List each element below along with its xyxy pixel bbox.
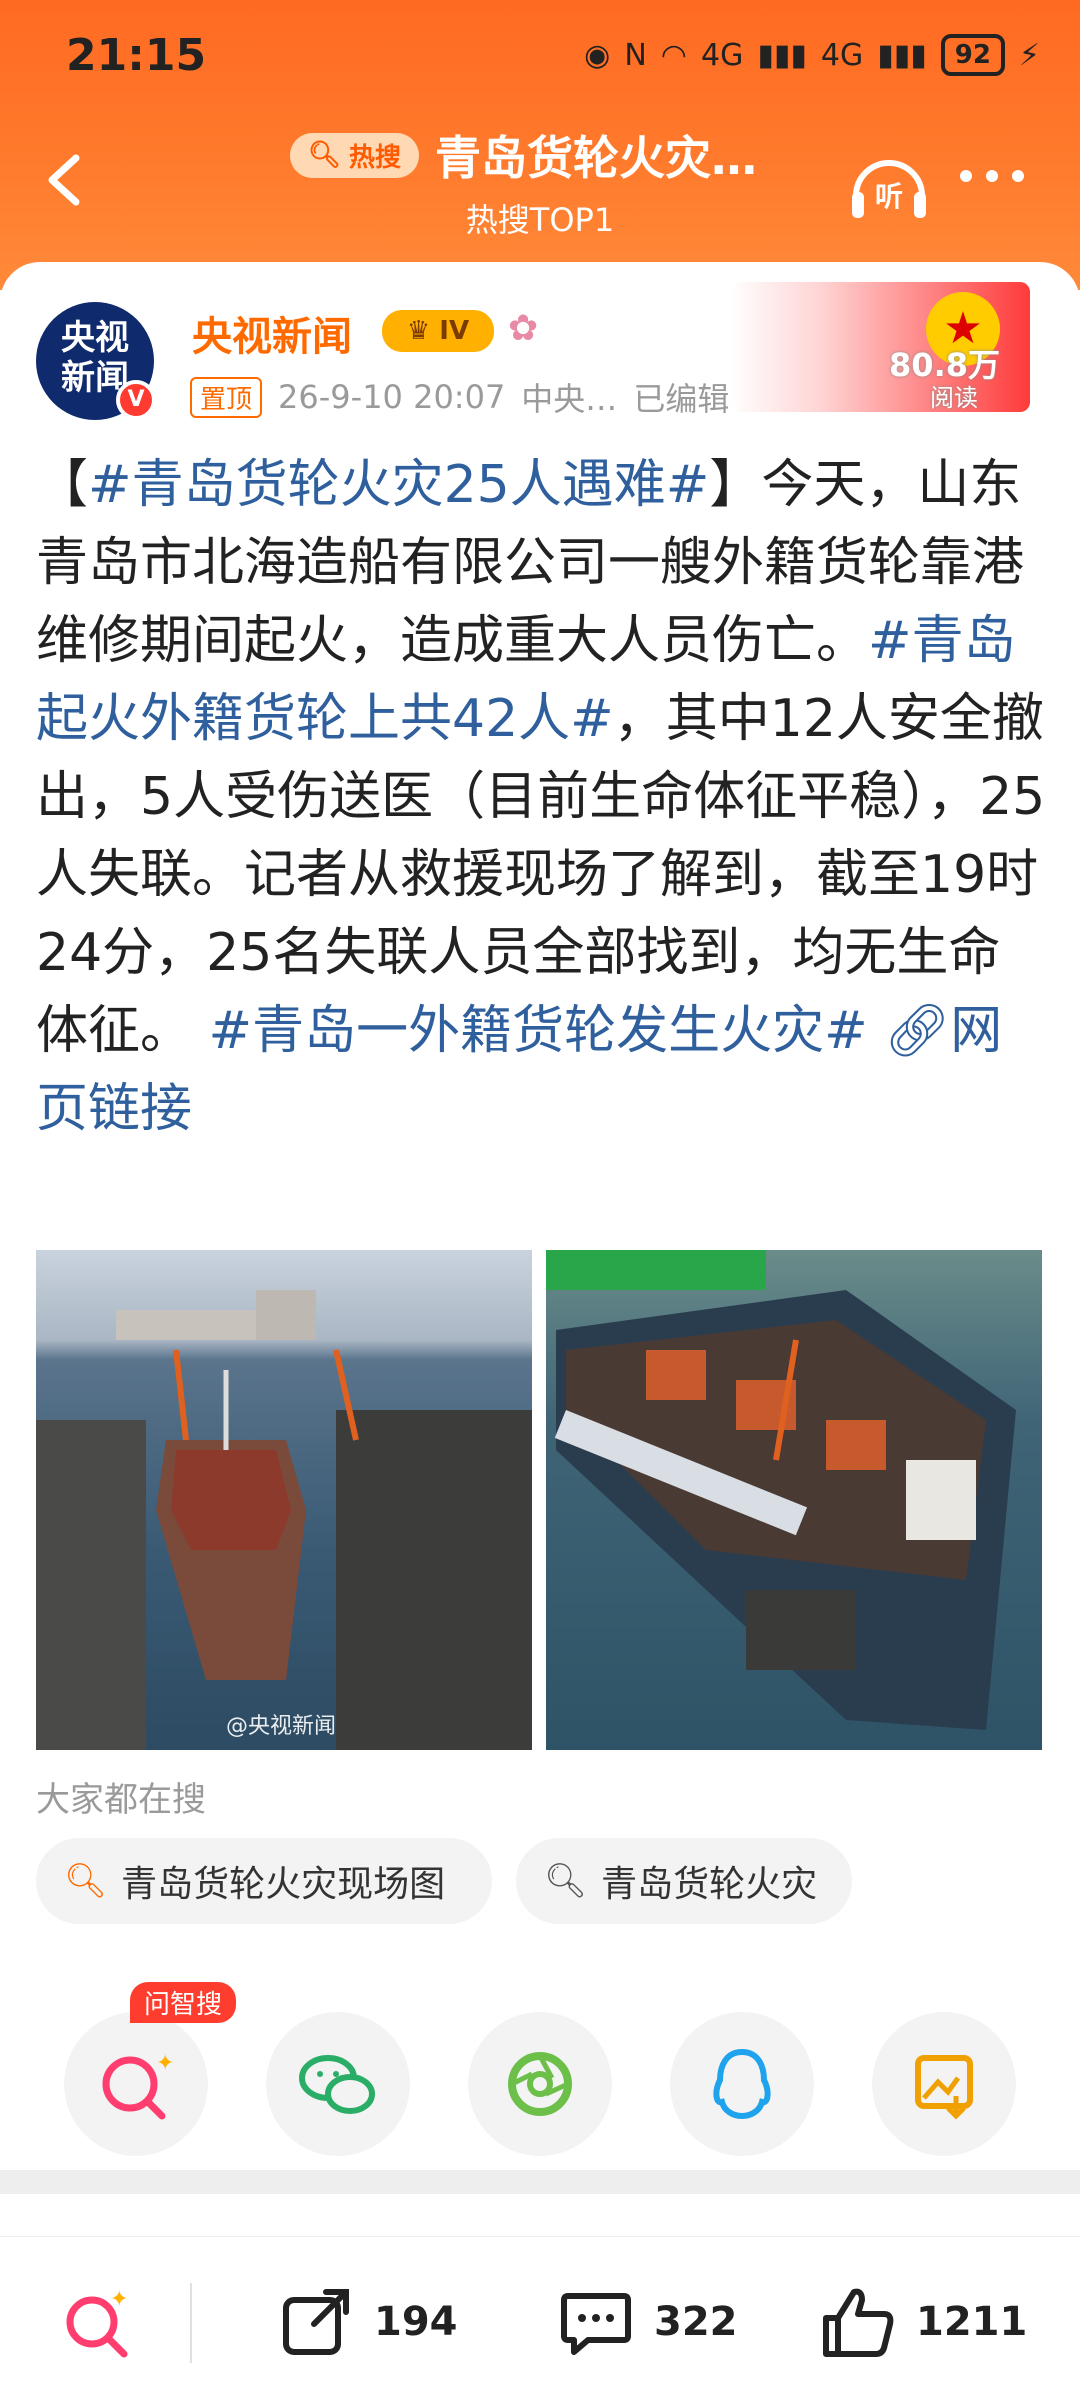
- ai-search-badge: 问智搜: [130, 1982, 237, 2023]
- content-bracket-open: 【: [36, 455, 89, 515]
- wechat-share-button[interactable]: [266, 2012, 410, 2156]
- bottom-action-bar: ✦ 194 322 1211: [0, 2236, 1080, 2403]
- charging-icon: ⚡: [1018, 37, 1040, 73]
- qq-share-button[interactable]: [670, 2012, 814, 2156]
- listen-label: 听: [875, 180, 903, 213]
- also-search-label: 大家都在搜: [36, 1780, 206, 1820]
- weibo-post-page: 21:15 ◉ N ◠ 4G ▮▮▮ 4G ▮▮▮ 92 ⚡ 🔍︎ 热搜 青岛货…: [0, 0, 1080, 2403]
- hot-search-chip[interactable]: 🔍︎ 青岛货轮火灾现场图: [36, 1838, 492, 1924]
- more-icon[interactable]: [960, 170, 1030, 190]
- status-icons: ◉ N ◠ 4G ▮▮▮ 4G ▮▮▮ 92 ⚡: [584, 34, 1040, 76]
- page-title: 青岛货轮火灾…: [435, 131, 758, 185]
- ship-photo-drawing: [36, 1290, 532, 1750]
- save-image-icon: [915, 2055, 973, 2120]
- svg-text:✦: ✦: [110, 2287, 128, 2312]
- rank-label: IV: [439, 316, 470, 346]
- edited-label: 已编辑: [633, 380, 730, 418]
- signal-icon-2: ▮▮▮: [877, 37, 927, 73]
- share-row: ✦ 问智搜: [0, 1982, 1080, 2162]
- comment-count: 322: [654, 2299, 738, 2345]
- comment-icon: [561, 2293, 631, 2355]
- search-chip[interactable]: 🔍︎ 青岛货轮火灾: [516, 1838, 852, 1924]
- post-meta: 置顶 26-9-10 20:07 中央… 已编辑: [190, 374, 729, 420]
- thumbs-up-icon: [823, 2288, 894, 2357]
- views-label: 阅读: [930, 384, 978, 412]
- network-label: 4G: [700, 37, 744, 73]
- views-banner: ★ 80.8万 阅读: [730, 282, 1030, 412]
- post-content: 【#青岛货轮火灾25人遇难#】今天，山东青岛市北海造船有限公司一艘外籍货轮靠港维…: [36, 446, 1046, 1148]
- link-icon: 🔗︎: [884, 1001, 951, 1061]
- more-dot: [1012, 170, 1024, 182]
- hashtag-link[interactable]: #青岛一外籍货轮发生火灾#: [209, 1001, 868, 1061]
- pinned-badge: 置顶: [190, 376, 263, 418]
- repost-icon: [283, 2289, 349, 2355]
- hot-search-label: 热搜: [349, 142, 402, 173]
- eye-icon: ◉: [584, 37, 611, 73]
- hot-search-badge: 🔍︎ 热搜: [290, 132, 420, 178]
- svg-text:✦: ✦: [156, 2051, 174, 2076]
- moments-share-button[interactable]: [468, 2012, 612, 2156]
- listen-button[interactable]: 听: [848, 148, 930, 224]
- rank-badge: ♛ IV: [382, 310, 494, 352]
- like-button[interactable]: 1211: [818, 2277, 1027, 2367]
- battery-level: 92: [940, 34, 1005, 76]
- moments-icon: [508, 2052, 572, 2116]
- post-date: 26-9-10 20:07: [278, 378, 506, 416]
- chip-label: 青岛货轮火灾: [601, 1864, 818, 1905]
- post-image-2[interactable]: [546, 1250, 1042, 1750]
- search-icon: 🔍︎: [308, 140, 342, 170]
- nfc-icon: N: [624, 37, 647, 73]
- hashtag-link[interactable]: #青岛货轮火灾25人遇难#: [88, 455, 709, 515]
- wifi-icon: ◠: [660, 37, 687, 73]
- save-image-button[interactable]: [872, 2012, 1016, 2156]
- image-watermark: @央视新闻: [226, 1714, 337, 1739]
- qq-icon: [713, 2048, 771, 2120]
- bottom-separator: [190, 2283, 192, 2363]
- author-name[interactable]: 央视新闻: [192, 304, 352, 362]
- ai-search-icon: ✦: [66, 2287, 128, 2358]
- network-label-2: 4G: [820, 37, 864, 73]
- flower-icon: ✿: [508, 308, 539, 349]
- signal-icon: ▮▮▮: [757, 37, 807, 73]
- post-source: 中央…: [521, 380, 618, 418]
- ai-search-bottom-button[interactable]: ✦: [56, 2277, 140, 2367]
- repost-button[interactable]: 194: [276, 2277, 458, 2367]
- post-image-1[interactable]: @央视新闻: [36, 1250, 532, 1750]
- section-divider: [0, 2170, 1080, 2194]
- wechat-icon: [299, 2055, 375, 2114]
- header: 21:15 ◉ N ◠ 4G ▮▮▮ 4G ▮▮▮ 92 ⚡ 🔍︎ 热搜 青岛货…: [0, 0, 1080, 290]
- like-count: 1211: [916, 2299, 1028, 2345]
- chip-label: 青岛货轮火灾现场图: [121, 1864, 446, 1905]
- comment-button[interactable]: 322: [556, 2277, 738, 2367]
- repost-count: 194: [374, 2299, 458, 2345]
- status-time: 21:15: [66, 30, 207, 81]
- post-card: 央视新闻 V 央视新闻 ♛ IV ✿ 置顶 26-9-10 20:07 中央… …: [0, 262, 1080, 2162]
- ship-photo-drawing: [546, 1250, 1016, 1730]
- ai-search-button[interactable]: ✦: [64, 2012, 208, 2156]
- more-dot: [986, 170, 998, 182]
- crown-icon: ♛: [406, 316, 440, 346]
- status-bar: 21:15 ◉ N ◠ 4G ▮▮▮ 4G ▮▮▮ 92 ⚡: [0, 0, 1080, 110]
- hot-search-icon: 🔍︎: [64, 1861, 108, 1901]
- more-dot: [960, 170, 972, 182]
- verified-icon: V: [116, 380, 156, 420]
- header-title-area: 🔍︎ 热搜 青岛货轮火灾…: [290, 120, 810, 190]
- ai-search-icon: ✦: [102, 2051, 174, 2120]
- search-icon: 🔍︎: [544, 1861, 588, 1901]
